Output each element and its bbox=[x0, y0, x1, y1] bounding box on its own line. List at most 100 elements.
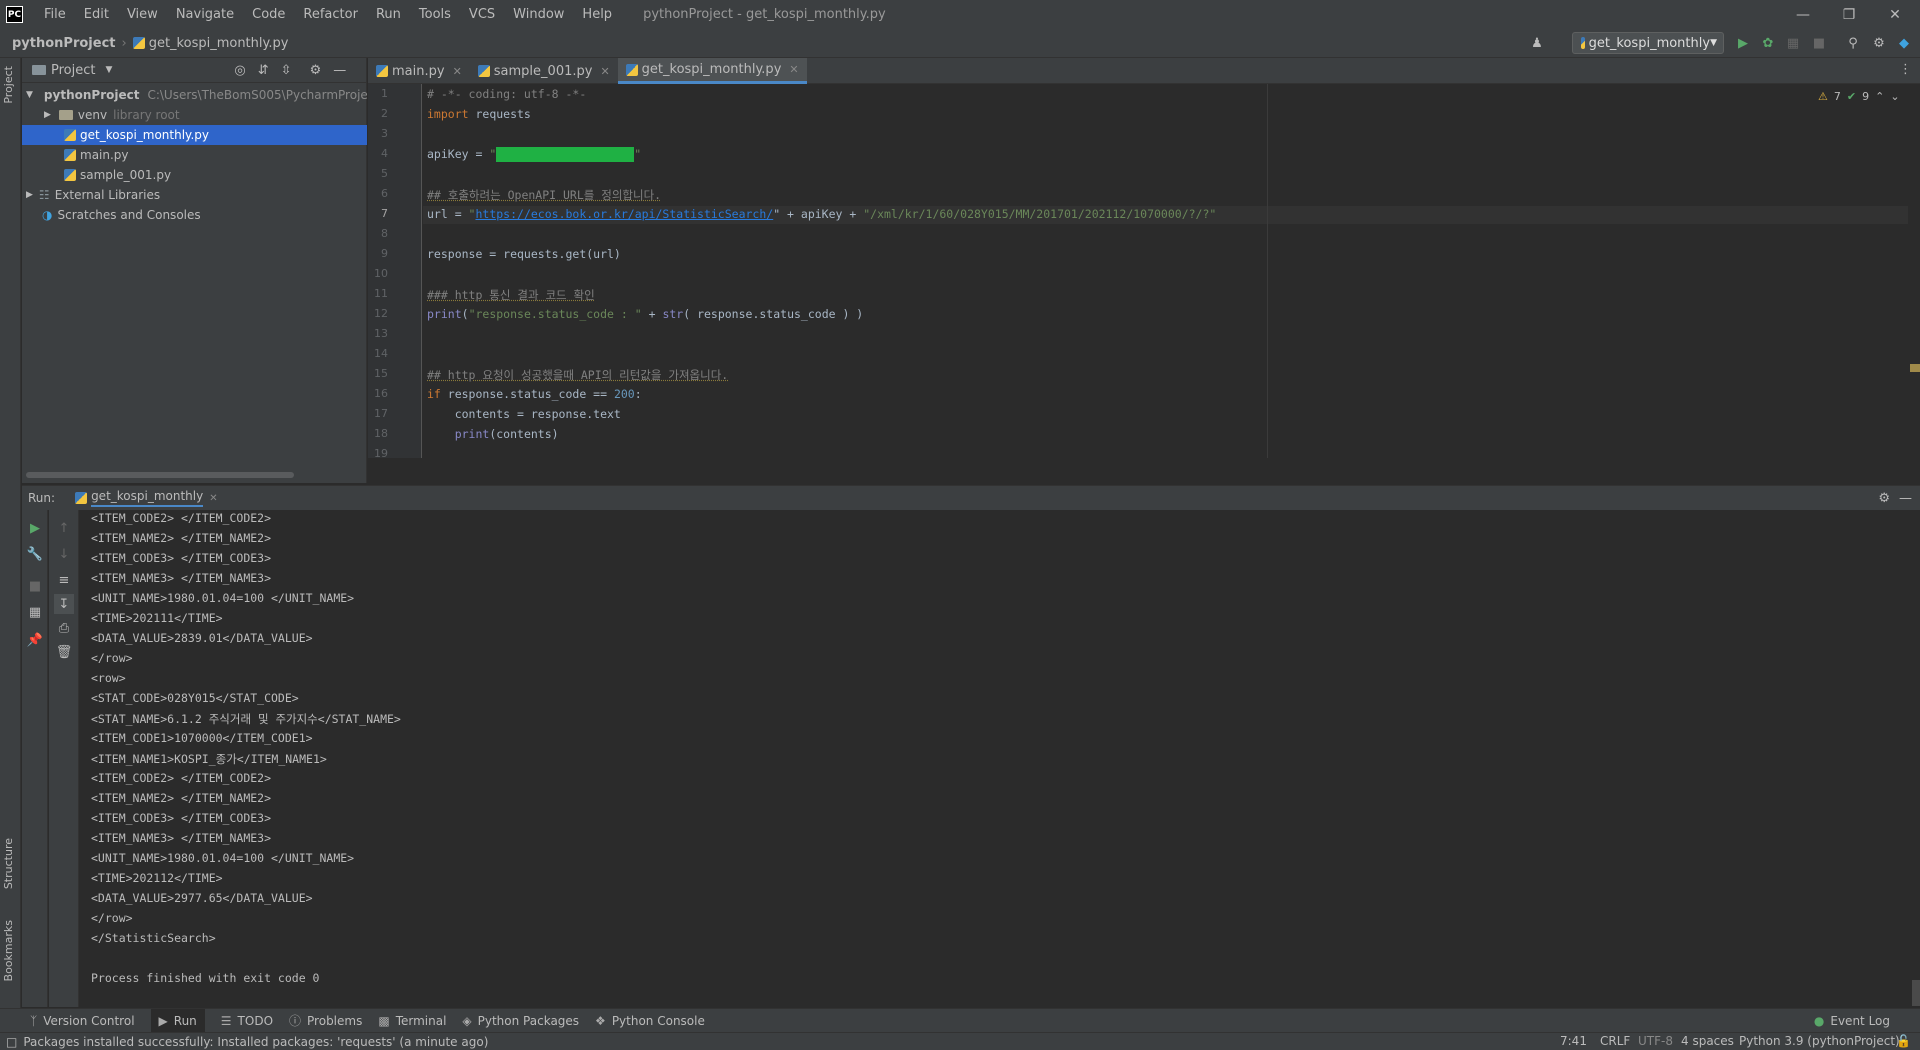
chevron-down-icon[interactable]: ⌄ bbox=[1890, 90, 1899, 103]
tree-item-external-libraries[interactable]: ▶ ☷ External Libraries bbox=[22, 185, 367, 205]
run-console-output[interactable]: <ITEM_CODE2> </ITEM_CODE2> <ITEM_NAME2> … bbox=[80, 510, 1920, 1007]
bookmarks-tool-button[interactable]: Bookmarks bbox=[2, 920, 15, 981]
layout-icon[interactable]: ▦ bbox=[25, 602, 45, 622]
tab-sample[interactable]: sample_001.py ✕ bbox=[470, 58, 618, 84]
indent-setting[interactable]: 4 spaces bbox=[1681, 1034, 1734, 1048]
scroll-to-end-icon[interactable]: ↧ bbox=[54, 594, 74, 614]
python-interpreter[interactable]: Python 3.9 (pythonProject) bbox=[1739, 1034, 1900, 1048]
tab-get-kospi[interactable]: get_kospi_monthly.py ✕ bbox=[617, 58, 807, 84]
more-tabs-icon[interactable]: ⋮ bbox=[1899, 62, 1912, 77]
chevron-down-icon[interactable]: ▼ bbox=[105, 65, 112, 75]
line-gutter: 1 2 3 4 5 6 7 8 9 10 11 12 13 14 15 16 1… bbox=[368, 84, 422, 460]
project-tool-button[interactable]: Project bbox=[2, 66, 15, 104]
console-line: Process finished with exit code 0 bbox=[91, 971, 320, 985]
toolwindow-terminal[interactable]: ▩ Terminal bbox=[378, 1014, 446, 1028]
editor-scrollbar[interactable] bbox=[1908, 84, 1920, 458]
editor-tabs: main.py ✕ sample_001.py ✕ get_kospi_mont… bbox=[368, 58, 1920, 84]
expand-all-icon[interactable]: ⇵ bbox=[258, 63, 269, 78]
breadcrumb-project[interactable]: pythonProject bbox=[12, 36, 116, 51]
tree-item-get-kospi[interactable]: get_kospi_monthly.py bbox=[22, 125, 367, 145]
scratches-label: Scratches and Consoles bbox=[57, 208, 201, 222]
gear-icon[interactable]: ⚙ bbox=[310, 63, 322, 78]
tree-item-venv[interactable]: ▶ venv library root bbox=[22, 105, 367, 125]
menu-tools[interactable]: Tools bbox=[410, 7, 460, 22]
close-tab-icon[interactable]: ✕ bbox=[789, 63, 798, 76]
jetbrains-icon[interactable]: ◆ bbox=[1895, 34, 1913, 52]
menu-refactor[interactable]: Refactor bbox=[294, 7, 367, 22]
tab-main[interactable]: main.py ✕ bbox=[368, 58, 470, 84]
tree-item-main[interactable]: main.py bbox=[22, 145, 367, 165]
toolwindow-label: TODO bbox=[237, 1013, 274, 1028]
toolwindow-run[interactable]: ▶ Run bbox=[150, 1008, 205, 1033]
hide-icon[interactable]: — bbox=[1899, 491, 1912, 506]
breadcrumb-file[interactable]: get_kospi_monthly.py bbox=[149, 36, 289, 51]
menu-edit[interactable]: Edit bbox=[75, 7, 118, 22]
settings-icon[interactable]: ⚙ bbox=[1870, 34, 1888, 52]
inspection-widget[interactable]: ⚠ 7 ✔ 9 ⌃ ⌄ bbox=[1818, 90, 1900, 103]
close-icon[interactable]: ✕ bbox=[1872, 0, 1918, 29]
debug-icon[interactable]: ✿ bbox=[1759, 34, 1777, 52]
check-icon: ✔ bbox=[1846, 90, 1857, 103]
tree-item-scratches[interactable]: ◑ Scratches and Consoles bbox=[22, 205, 367, 225]
tab-label: get_kospi_monthly.py bbox=[641, 62, 782, 77]
stop-icon[interactable]: ■ bbox=[25, 576, 45, 596]
hide-icon[interactable]: — bbox=[333, 63, 346, 78]
horizontal-scrollbar[interactable] bbox=[26, 472, 294, 478]
gear-icon[interactable]: ⚙ bbox=[1878, 491, 1890, 506]
arrow-down-icon[interactable]: ↓ bbox=[54, 544, 74, 564]
structure-tool-button[interactable]: Structure bbox=[2, 838, 15, 889]
locate-icon[interactable]: ◎ bbox=[234, 63, 245, 78]
trash-icon[interactable]: 🗑 bbox=[54, 642, 74, 662]
run-config-select[interactable]: get_kospi_monthly ▼ bbox=[1572, 32, 1724, 54]
event-log-button[interactable]: ● Event Log bbox=[1814, 1014, 1890, 1028]
toolwindow-label: Problems bbox=[307, 1013, 363, 1028]
menu-file[interactable]: File bbox=[35, 7, 75, 22]
code-editor[interactable]: 1 2 3 4 5 6 7 8 9 10 11 12 13 14 15 16 1… bbox=[368, 84, 1920, 460]
toolwindow-python-console[interactable]: ❖ Python Console bbox=[595, 1014, 705, 1028]
run-icon[interactable]: ▶ bbox=[1734, 34, 1752, 52]
file-encoding[interactable]: UTF-8 bbox=[1638, 1034, 1673, 1048]
run-tab[interactable]: get_kospi_monthly bbox=[91, 489, 204, 507]
menu-navigate[interactable]: Navigate bbox=[167, 7, 243, 22]
pin-icon[interactable]: 📌 bbox=[25, 630, 45, 650]
user-icon[interactable]: ♟ bbox=[1528, 34, 1546, 52]
restore-icon[interactable]: ❐ bbox=[1826, 0, 1872, 29]
chevron-up-icon[interactable]: ⌃ bbox=[1875, 90, 1884, 103]
menu-run[interactable]: Run bbox=[367, 7, 410, 22]
line-number: 5 bbox=[381, 167, 388, 180]
stop-icon[interactable]: ■ bbox=[1810, 34, 1828, 52]
arrow-up-icon[interactable]: ↑ bbox=[54, 518, 74, 538]
lock-icon[interactable]: 🔓 bbox=[1896, 1034, 1911, 1048]
toolwindow-version-control[interactable]: ᛉ Version Control bbox=[30, 1014, 135, 1028]
console-line: </StatisticSearch> bbox=[91, 931, 216, 945]
menu-code[interactable]: Code bbox=[243, 7, 294, 22]
minimize-icon[interactable]: — bbox=[1780, 0, 1826, 29]
soft-wrap-icon[interactable]: ≡ bbox=[54, 570, 74, 590]
code-url-link[interactable]: https://ecos.bok.or.kr/api/StatisticSear… bbox=[475, 207, 773, 221]
close-tab-icon[interactable]: ✕ bbox=[453, 65, 462, 78]
tree-item-root[interactable]: ▼ pythonProject C:\Users\TheBomS005\Pych… bbox=[22, 85, 367, 105]
status-message[interactable]: Packages installed successfully: Install… bbox=[23, 1035, 488, 1049]
menu-window[interactable]: Window bbox=[504, 7, 573, 22]
close-tab-icon[interactable]: ✕ bbox=[600, 65, 609, 78]
toolwindow-todo[interactable]: ☰ TODO bbox=[221, 1014, 273, 1028]
wrench-icon[interactable]: 🔧 bbox=[25, 544, 45, 564]
menu-help[interactable]: Help bbox=[573, 7, 621, 22]
toolwindow-python-packages[interactable]: ◈ Python Packages bbox=[462, 1014, 579, 1028]
rerun-icon[interactable]: ▶ bbox=[25, 518, 45, 538]
search-icon[interactable]: ⚲ bbox=[1844, 34, 1862, 52]
status-toggle-icon[interactable]: □ bbox=[6, 1035, 17, 1049]
console-scrollbar[interactable] bbox=[1912, 980, 1920, 1006]
print-icon[interactable]: ⎙ bbox=[54, 618, 74, 638]
collapse-all-icon[interactable]: ⇳ bbox=[281, 63, 292, 78]
caret-position[interactable]: 7:41 bbox=[1560, 1034, 1587, 1048]
project-panel-title[interactable]: Project bbox=[51, 63, 95, 78]
tree-item-sample[interactable]: sample_001.py bbox=[22, 165, 367, 185]
close-tab-icon[interactable]: ✕ bbox=[209, 493, 217, 504]
coverage-icon[interactable]: ▦ bbox=[1784, 34, 1802, 52]
menu-view[interactable]: View bbox=[118, 7, 167, 22]
menu-vcs[interactable]: VCS bbox=[460, 7, 504, 22]
code-line-9: response = requests.get(url) bbox=[427, 247, 621, 261]
line-separator[interactable]: CRLF bbox=[1600, 1034, 1630, 1048]
toolwindow-problems[interactable]: ⓘ Problems bbox=[289, 1012, 362, 1029]
